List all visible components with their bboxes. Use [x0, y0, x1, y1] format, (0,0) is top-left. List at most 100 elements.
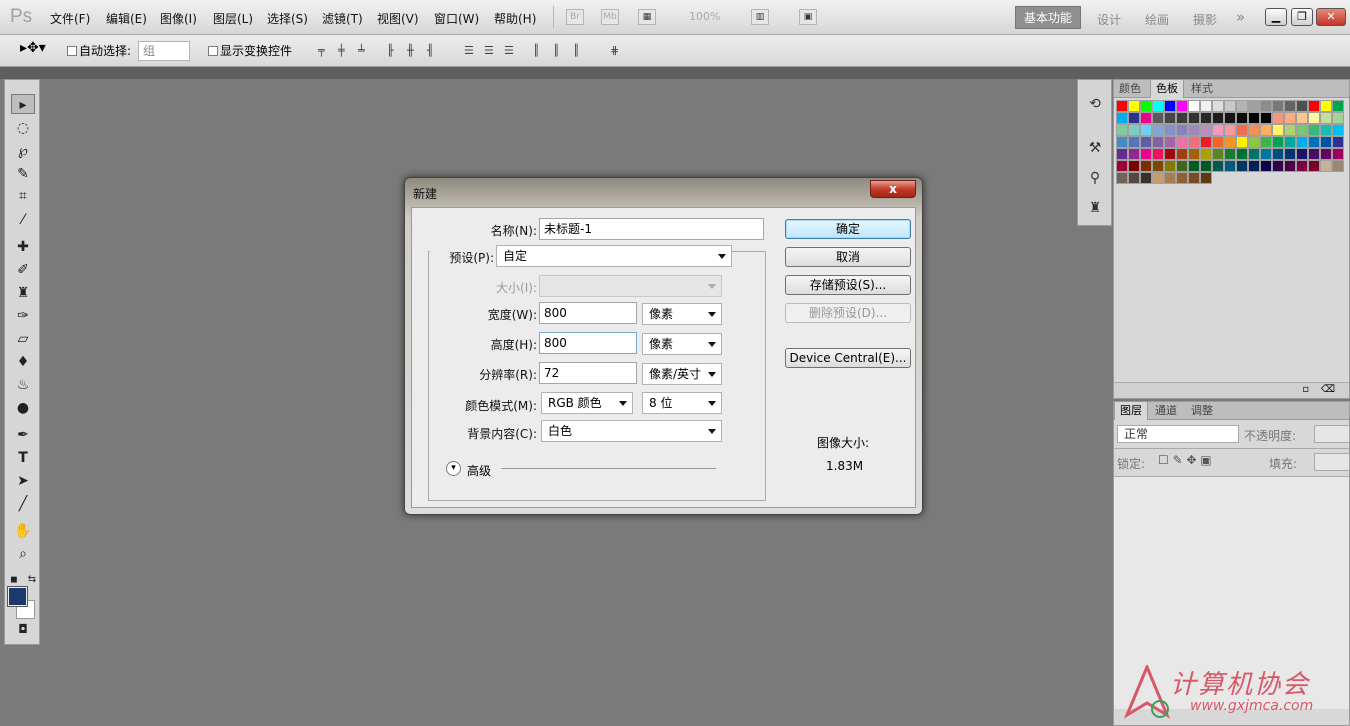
- color-swatch[interactable]: [1308, 148, 1320, 160]
- device-central-button[interactable]: Device Central(E)...: [785, 348, 911, 368]
- color-swatch[interactable]: [1128, 100, 1140, 112]
- healing-brush-icon[interactable]: ✚: [11, 237, 35, 257]
- color-swatch[interactable]: [1296, 160, 1308, 172]
- color-swatch[interactable]: [1320, 112, 1332, 124]
- color-swatch[interactable]: [1128, 124, 1140, 136]
- auto-align-icon[interactable]: ⋕: [610, 44, 624, 58]
- color-swatch[interactable]: [1128, 172, 1140, 184]
- color-swatch[interactable]: [1248, 148, 1260, 160]
- save-preset-button[interactable]: 存储预设(S)...: [785, 275, 911, 295]
- workspace-design[interactable]: 设计: [1097, 11, 1121, 28]
- color-swatch[interactable]: [1152, 172, 1164, 184]
- history-panel-icon[interactable]: ⟲: [1086, 96, 1104, 114]
- color-swatch[interactable]: [1260, 160, 1272, 172]
- color-swatch[interactable]: [1332, 148, 1344, 160]
- menu-view[interactable]: 视图(V): [377, 10, 419, 27]
- color-swatch[interactable]: [1320, 100, 1332, 112]
- color-swatch[interactable]: [1236, 100, 1248, 112]
- color-swatch[interactable]: [1308, 124, 1320, 136]
- color-swatch[interactable]: [1212, 160, 1224, 172]
- color-swatch[interactable]: [1212, 148, 1224, 160]
- color-swatch[interactable]: [1152, 148, 1164, 160]
- opacity-input[interactable]: [1314, 425, 1350, 443]
- elliptical-marquee-icon[interactable]: ◌: [11, 118, 35, 138]
- color-swatch[interactable]: [1224, 148, 1236, 160]
- width-unit-select[interactable]: 像素: [642, 303, 722, 325]
- advanced-label[interactable]: 高级: [467, 462, 491, 479]
- color-swatch[interactable]: [1164, 172, 1176, 184]
- color-swatch[interactable]: [1116, 148, 1128, 160]
- quick-mask-icon[interactable]: ◘: [11, 619, 35, 639]
- color-swatch[interactable]: [1188, 148, 1200, 160]
- color-swatch[interactable]: [1128, 136, 1140, 148]
- color-swatch[interactable]: [1296, 124, 1308, 136]
- dodge-icon[interactable]: ●: [11, 398, 35, 418]
- path-selection-icon[interactable]: ➤: [11, 471, 35, 491]
- resolution-unit-select[interactable]: 像素/英寸: [642, 363, 722, 385]
- eraser-icon[interactable]: ▱: [11, 329, 35, 349]
- workspace-painting[interactable]: 绘画: [1145, 11, 1169, 28]
- color-swatch[interactable]: [1296, 148, 1308, 160]
- align-top-icon[interactable]: ╤: [318, 44, 332, 58]
- new-swatch-icon[interactable]: ▫: [1302, 384, 1309, 395]
- pen-icon[interactable]: ✒: [11, 425, 35, 445]
- color-swatch[interactable]: [1308, 112, 1320, 124]
- color-swatch[interactable]: [1272, 136, 1284, 148]
- color-swatch[interactable]: [1176, 160, 1188, 172]
- color-swatch[interactable]: [1284, 112, 1296, 124]
- color-swatch[interactable]: [1248, 124, 1260, 136]
- color-swatch[interactable]: [1116, 172, 1128, 184]
- tab-styles[interactable]: 样式: [1186, 80, 1218, 98]
- clone-source-icon[interactable]: ⚲: [1086, 170, 1104, 188]
- color-swatch[interactable]: [1224, 136, 1236, 148]
- color-swatch[interactable]: [1128, 148, 1140, 160]
- color-swatch[interactable]: [1248, 136, 1260, 148]
- workspace-photography[interactable]: 摄影: [1193, 11, 1217, 28]
- color-swatch[interactable]: [1200, 124, 1212, 136]
- color-swatch[interactable]: [1140, 124, 1152, 136]
- color-swatch[interactable]: [1140, 172, 1152, 184]
- color-swatch[interactable]: [1224, 160, 1236, 172]
- clone-stamp-icon[interactable]: ♜: [11, 283, 35, 303]
- color-swatch[interactable]: [1260, 136, 1272, 148]
- color-swatch[interactable]: [1308, 100, 1320, 112]
- color-swatch[interactable]: [1308, 160, 1320, 172]
- cancel-button[interactable]: 取消: [785, 247, 911, 267]
- paint-bucket-icon[interactable]: ♦: [11, 352, 35, 372]
- zoom-icon[interactable]: ⌕: [11, 544, 35, 564]
- eyedropper-icon[interactable]: ⁄: [11, 210, 35, 230]
- color-swatch[interactable]: [1332, 100, 1344, 112]
- color-swatch[interactable]: [1236, 160, 1248, 172]
- align-hcenter-icon[interactable]: ╫: [407, 44, 421, 58]
- color-swatch[interactable]: [1152, 136, 1164, 148]
- color-swatch[interactable]: [1236, 124, 1248, 136]
- tab-adjustments[interactable]: 调整: [1186, 402, 1218, 420]
- color-swatch[interactable]: [1164, 100, 1176, 112]
- color-swatch[interactable]: [1140, 160, 1152, 172]
- distribute-right-icon[interactable]: ║: [573, 44, 587, 58]
- color-swatch[interactable]: [1188, 136, 1200, 148]
- color-swatch[interactable]: [1116, 160, 1128, 172]
- tool-presets-icon[interactable]: ♜: [1086, 200, 1104, 218]
- move-tool-icon[interactable]: ▸: [11, 94, 35, 114]
- color-swatch[interactable]: [1164, 112, 1176, 124]
- color-swatch[interactable]: [1212, 124, 1224, 136]
- color-swatch[interactable]: [1164, 136, 1176, 148]
- distribute-bottom-icon[interactable]: ☰: [504, 44, 518, 58]
- workspace-essentials[interactable]: 基本功能: [1015, 6, 1081, 29]
- color-swatch[interactable]: [1224, 124, 1236, 136]
- quick-selection-icon[interactable]: ✎: [11, 164, 35, 184]
- color-swatch[interactable]: [1284, 136, 1296, 148]
- distribute-left-icon[interactable]: ║: [533, 44, 547, 58]
- menu-window[interactable]: 窗口(W): [434, 10, 479, 27]
- menu-edit[interactable]: 编辑(E): [106, 10, 147, 27]
- color-swatch[interactable]: [1272, 100, 1284, 112]
- color-swatch[interactable]: [1152, 100, 1164, 112]
- color-swatch[interactable]: [1260, 148, 1272, 160]
- screen-mode-icon[interactable]: ▣: [799, 9, 817, 25]
- distribute-vcenter-icon[interactable]: ☰: [484, 44, 498, 58]
- color-swatch[interactable]: [1200, 160, 1212, 172]
- menu-help[interactable]: 帮助(H): [494, 10, 536, 27]
- menu-layer[interactable]: 图层(L): [213, 10, 253, 27]
- width-input[interactable]: 800: [539, 302, 637, 324]
